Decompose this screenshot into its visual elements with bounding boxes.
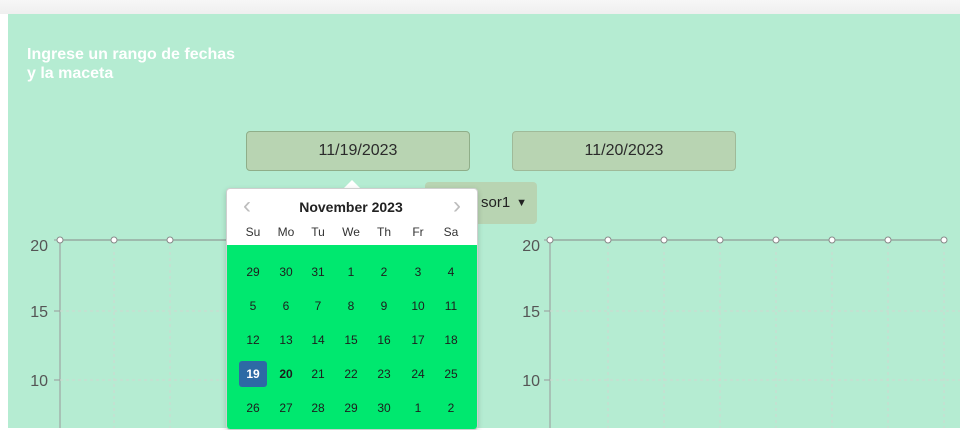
calendar-day[interactable]: 5 xyxy=(239,293,267,319)
calendar-day[interactable]: 27 xyxy=(272,395,300,421)
data-point xyxy=(546,236,554,244)
calendar-day[interactable]: 8 xyxy=(337,293,365,319)
calendar-day[interactable]: 1 xyxy=(337,259,365,285)
calendar-day[interactable]: 24 xyxy=(404,361,432,387)
weekday-label: We xyxy=(342,225,360,239)
calendar-day[interactable]: 30 xyxy=(272,259,300,285)
calendar-day[interactable]: 18 xyxy=(437,327,465,353)
data-point xyxy=(940,236,948,244)
datepicker: ‹ November 2023 › Su Mo Tu We Th Fr Sa 29 30 31 1… xyxy=(226,188,478,430)
weekday-label: Su xyxy=(245,225,261,239)
calendar-day[interactable]: 26 xyxy=(239,395,267,421)
chevron-right-icon[interactable]: › xyxy=(443,193,471,219)
calendar-day[interactable]: 28 xyxy=(304,395,332,421)
calendar-day[interactable]: 9 xyxy=(370,293,398,319)
calendar-day[interactable]: 6 xyxy=(272,293,300,319)
calendar-day[interactable]: 25 xyxy=(437,361,465,387)
start-date-input[interactable]: 11/19/2023 xyxy=(246,131,470,171)
data-point xyxy=(772,236,780,244)
data-point xyxy=(110,236,118,244)
data-point xyxy=(716,236,724,244)
data-point xyxy=(660,236,668,244)
data-point xyxy=(828,236,836,244)
calendar-day[interactable]: 13 xyxy=(272,327,300,353)
calendar-day[interactable]: 2 xyxy=(370,259,398,285)
chart-right-svg xyxy=(544,236,960,428)
weekday-label: Mo xyxy=(277,225,295,239)
calendar-day[interactable]: 4 xyxy=(437,259,465,285)
calendar-day[interactable]: 14 xyxy=(304,327,332,353)
datepicker-days: 29 30 31 1 2 3 4 5 6 7 8 9 10 11 12 13 14 15 16 17 18 19 20 21 2… xyxy=(227,245,477,429)
weekday-label: Fr xyxy=(412,225,424,239)
weekday-label: Tu xyxy=(311,225,325,239)
data-point xyxy=(884,236,892,244)
weekday-label: Th xyxy=(376,225,391,239)
end-date-input[interactable]: 11/20/2023 xyxy=(512,131,736,171)
page-heading: Ingrese un rango de fechas y la maceta xyxy=(27,46,236,82)
calendar-day[interactable]: 20 xyxy=(272,361,300,387)
calendar-day[interactable]: 3 xyxy=(404,259,432,285)
data-point xyxy=(604,236,612,244)
chevron-left-icon[interactable]: ‹ xyxy=(233,193,261,219)
datepicker-title[interactable]: November 2023 xyxy=(267,199,435,215)
calendar-day[interactable]: 12 xyxy=(239,327,267,353)
calendar-day[interactable]: 10 xyxy=(404,293,432,319)
chevron-down-icon: ▼ xyxy=(516,197,527,209)
data-point xyxy=(166,236,174,244)
calendar-day[interactable]: 21 xyxy=(304,361,332,387)
calendar-day[interactable]: 1 xyxy=(404,395,432,421)
calendar-day[interactable]: 17 xyxy=(404,327,432,353)
calendar-day[interactable]: 7 xyxy=(304,293,332,319)
calendar-day[interactable]: 29 xyxy=(337,395,365,421)
calendar-day[interactable]: 29 xyxy=(239,259,267,285)
chart-right: 20 15 10 xyxy=(500,228,960,428)
calendar-day[interactable]: 22 xyxy=(337,361,365,387)
calendar-day[interactable]: 23 xyxy=(370,361,398,387)
calendar-day[interactable]: 2 xyxy=(437,395,465,421)
calendar-day[interactable]: 19 xyxy=(239,361,267,387)
calendar-day[interactable]: 16 xyxy=(370,327,398,353)
weekday-label: Sa xyxy=(443,225,459,239)
calendar-day[interactable]: 11 xyxy=(437,293,465,319)
data-point xyxy=(56,236,64,244)
calendar-day[interactable]: 31 xyxy=(304,259,332,285)
calendar-day[interactable]: 15 xyxy=(337,327,365,353)
calendar-day[interactable]: 30 xyxy=(370,395,398,421)
top-band xyxy=(0,0,960,14)
datepicker-header: ‹ November 2023 › xyxy=(227,189,477,229)
sensor-select-label: sor1 xyxy=(481,194,511,211)
